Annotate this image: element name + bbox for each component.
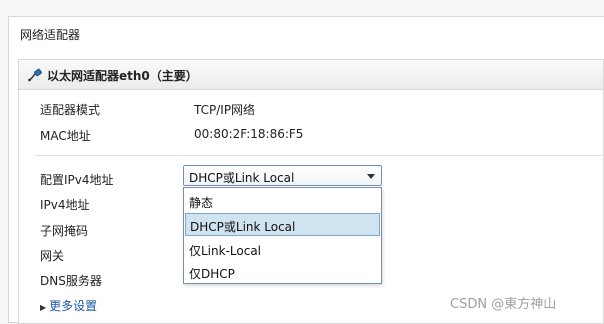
adapter-mode-label: 适配器模式 — [40, 103, 101, 117]
subnet-mask-label: 子网掩码 — [40, 224, 89, 238]
ipv4-config-label: 配置IPv4地址 — [40, 173, 114, 187]
dropdown-option-static[interactable]: 静态 — [185, 190, 380, 213]
gateway-label: 网关 — [40, 249, 65, 263]
divider — [35, 155, 604, 156]
network-cable-icon — [27, 67, 43, 83]
adapter-title: 以太网适配器eth0（主要） — [47, 69, 198, 83]
dns-server-label: DNS服务器 — [40, 274, 102, 288]
dropdown-option-dhcp-only[interactable]: 仅DHCP — [185, 261, 380, 284]
adapter-mode-value: TCP/IP网络 — [194, 103, 256, 117]
ipv4-config-dropdown: 静态 DHCP或Link Local 仅Link-Local 仅DHCP — [183, 187, 382, 284]
watermark: CSDN @東方神山 — [450, 297, 557, 312]
adapter-header: 以太网适配器eth0（主要） — [19, 60, 603, 90]
page-background: 网络适配器 以太网适配器eth0（主要） 适配器模式 TCP/IP网络 MAC地… — [0, 0, 604, 324]
ipv4-config-selected-value: DHCP或Link Local — [189, 171, 295, 185]
ipv4-address-label: IPv4地址 — [40, 198, 90, 212]
ipv4-config-select[interactable]: DHCP或Link Local — [183, 165, 382, 186]
expand-arrow-icon: ▶ — [40, 303, 47, 312]
mac-address-value: 00:80:2F:18:86:F5 — [194, 127, 304, 141]
more-settings-label: 更多设置 — [49, 299, 98, 313]
section-title: 网络适配器 — [20, 28, 81, 42]
mac-address-label: MAC地址 — [40, 129, 91, 143]
dropdown-option-dhcp-or-link-local[interactable]: DHCP或Link Local — [185, 213, 380, 236]
dropdown-option-link-local-only[interactable]: 仅Link-Local — [185, 238, 380, 261]
chevron-down-icon — [367, 174, 375, 179]
more-settings-link[interactable]: ▶ 更多设置 — [40, 297, 97, 314]
